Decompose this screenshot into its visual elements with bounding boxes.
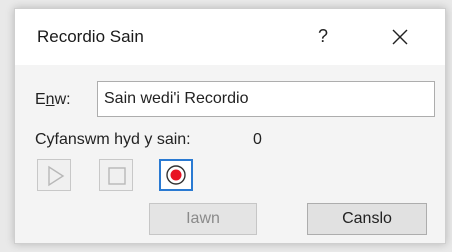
duration-value: 0 [253,131,262,148]
dialog-title: Recordio Sain [37,27,144,46]
help-button[interactable]: ? [311,21,335,51]
name-label-part: w: [54,91,71,108]
stop-button[interactable] [99,159,133,191]
ok-button[interactable]: Iawn [149,203,257,235]
play-button[interactable] [37,159,71,191]
duration-label: Cyfanswm hyd y sain: [35,131,191,148]
cancel-button[interactable]: Canslo [307,203,427,235]
stop-icon [108,167,126,185]
name-label-accelerator: n [45,91,55,108]
title-bar: Recordio Sain ? [15,9,445,65]
close-button[interactable] [385,19,415,53]
record-icon [166,165,186,185]
play-icon [48,165,65,187]
name-label: Enw: [35,91,71,109]
screen-background: Recordio Sain ? Enw: Cyfanswm hyd y sain… [0,0,452,252]
name-label-part: E [35,91,46,108]
record-button[interactable] [159,159,193,191]
name-input[interactable] [97,81,435,117]
close-icon [392,29,408,45]
record-sound-dialog: Recordio Sain ? Enw: Cyfanswm hyd y sain… [14,8,446,244]
